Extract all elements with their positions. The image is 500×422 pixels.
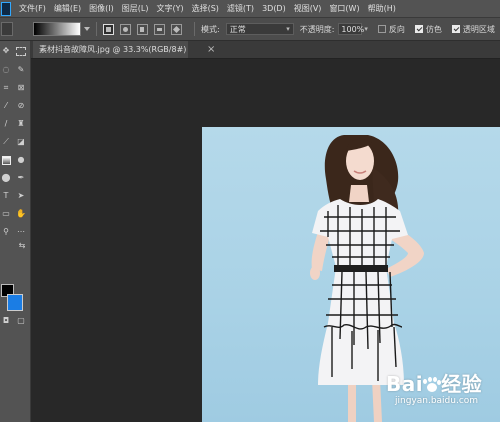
tools-panel: ✥ ◌ ✎ ⌗ ⊠ ⁄ ⊘ / ♜ ⟋ ◪ ● ⬤ ✒ T ➤ ▭ ✋ ⚲ ⋯ … [0,41,31,422]
menu-type[interactable]: 文字(Y) [156,3,183,14]
opacity-input[interactable]: 100% [338,23,364,35]
pen-tool-icon[interactable]: ✒ [16,173,26,183]
path-selection-tool-icon[interactable]: ➤ [16,191,26,201]
gradient-picker[interactable] [33,22,81,36]
reflected-gradient-icon [157,27,162,31]
photoshop-logo-icon[interactable] [1,1,11,16]
crop-tool-icon[interactable]: ⌗ [1,83,11,93]
reflected-gradient-button[interactable] [154,23,165,35]
tool-preset-picker[interactable] [1,22,13,36]
document-tab[interactable]: 素材抖音故障风.jpg @ 33.3%(RGB/8#) [33,41,188,58]
divider [194,22,195,36]
watermark-url: jingyan.baidu.com [395,396,479,406]
paw-icon [423,377,442,393]
diamond-gradient-icon [172,25,181,33]
hand-tool-icon[interactable]: ✋ [16,209,26,219]
type-tool-icon[interactable]: T [1,191,11,201]
chevron-down-icon: ▾ [286,25,290,33]
menu-window[interactable]: 窗口(W) [329,3,359,14]
options-bar: 模式: 正常 ▾ 不透明度: 100% ▾ 反向 仿色 透明区域 [0,18,500,41]
eyedropper-tool-icon[interactable]: ⁄ [1,101,11,111]
baidu-jingyan-watermark: Bai 经验 jingyan.baidu.com [386,366,500,412]
rectangle-tool-icon[interactable]: ▭ [1,209,11,219]
close-icon[interactable]: × [207,41,215,58]
menu-view[interactable]: 视图(V) [294,3,322,14]
radial-gradient-button[interactable] [120,23,131,35]
menu-filter[interactable]: 滤镜(T) [227,3,254,14]
menu-edit[interactable]: 编辑(E) [54,3,81,14]
history-brush-tool-icon[interactable]: ⟋ [1,137,11,147]
gradient-tool-icon[interactable] [1,155,11,165]
dither-checkbox[interactable] [414,25,423,33]
document-tab-title: 素材抖音故障风.jpg @ 33.3%(RGB/8#) [39,45,187,54]
watermark-brand-a: Bai [386,372,424,396]
marquee-tool-icon[interactable] [16,46,26,56]
radial-gradient-icon [123,26,128,32]
reverse-checkbox[interactable] [377,25,386,33]
menu-file[interactable]: 文件(F) [19,3,46,14]
dither-label: 仿色 [425,24,442,34]
chevron-down-icon[interactable]: ▾ [364,25,368,33]
angle-gradient-icon [140,26,144,32]
angle-gradient-button[interactable] [137,23,148,35]
mode-value: 正常 [229,25,246,34]
opacity-label: 不透明度: [299,24,335,34]
swap-colors-icon[interactable]: ⇆ [17,241,27,251]
watermark-brand-b: 经验 [441,372,483,396]
quick-selection-tool-icon[interactable]: ✎ [16,65,26,75]
divider [96,22,97,36]
reverse-label: 反向 [388,24,405,34]
linear-gradient-icon [106,26,111,32]
diamond-gradient-button[interactable] [171,23,182,35]
eraser-tool-icon[interactable]: ◪ [16,137,26,147]
blur-tool-icon[interactable]: ● [16,155,26,165]
menu-bar: 文件(F) 编辑(E) 图像(I) 图层(L) 文字(Y) 选择(S) 滤镜(T… [0,0,500,18]
transparency-label: 透明区域 [462,24,495,34]
menu-3d[interactable]: 3D(D) [262,4,286,13]
move-tool-icon[interactable]: ✥ [1,46,11,56]
more-tools-icon[interactable]: ⋯ [16,227,26,237]
chevron-down-icon[interactable] [84,27,90,31]
menu-help[interactable]: 帮助(H) [368,3,396,14]
brush-tool-icon[interactable]: / [1,119,11,129]
clone-stamp-tool-icon[interactable]: ♜ [16,119,26,129]
frame-tool-icon[interactable]: ⊠ [16,83,26,93]
healing-brush-tool-icon[interactable]: ⊘ [16,101,26,111]
document-tab-bar: 素材抖音故障风.jpg @ 33.3%(RGB/8#) × [31,41,500,59]
mode-select[interactable]: 正常 ▾ [225,23,294,35]
linear-gradient-button[interactable] [103,23,114,35]
transparency-checkbox[interactable] [451,25,460,33]
menu-image[interactable]: 图像(I) [89,3,114,14]
watermark-brand: Bai 经验 [386,368,482,397]
lasso-tool-icon[interactable]: ◌ [1,65,11,75]
zoom-tool-icon[interactable]: ⚲ [1,227,11,237]
mode-label: 模式: [201,24,220,34]
menu-select[interactable]: 选择(S) [192,3,219,14]
menu-layer[interactable]: 图层(L) [122,3,149,14]
screen-mode-icon[interactable]: ▢ [16,316,26,326]
background-color-swatch[interactable] [7,294,23,311]
quick-mask-icon[interactable]: ◘ [1,316,11,326]
dodge-tool-icon[interactable]: ⬤ [1,173,11,183]
